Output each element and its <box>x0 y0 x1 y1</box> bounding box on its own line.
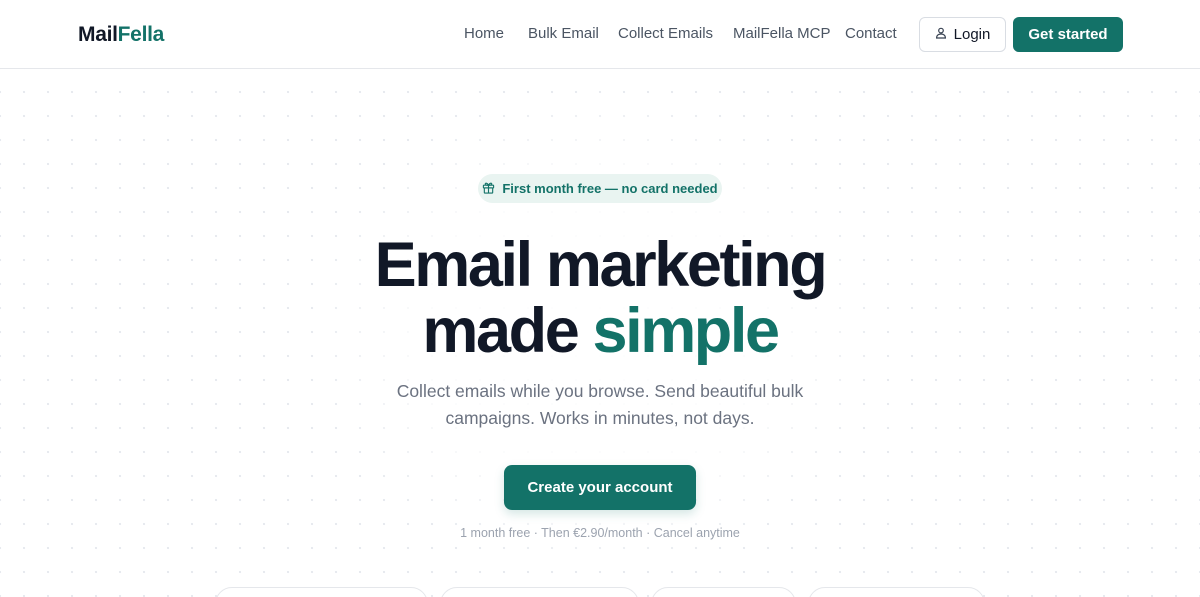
nav-item-collect-emails[interactable]: Collect Emails <box>618 24 713 44</box>
pricing-fine-print: 1 month free · Then €2.90/month · Cancel… <box>460 526 740 540</box>
gift-icon <box>482 181 495 197</box>
hero-title-plain: made <box>422 296 593 366</box>
user-icon <box>935 26 947 43</box>
get-started-button[interactable]: Get started <box>1013 17 1123 52</box>
promo-badge: First month free — no card needed <box>478 174 722 203</box>
hero-subtitle-line1: Collect emails while you browse. Send be… <box>396 381 804 401</box>
hero-title-line1: Email marketing <box>374 230 828 300</box>
nav-item-mailfella-mcp[interactable]: MailFella MCP <box>733 24 831 44</box>
brand-name-part1: Mail <box>78 23 118 46</box>
feature-pill <box>651 587 796 597</box>
promo-badge-text: First month free — no card needed <box>502 181 718 196</box>
brand-name-part2: Fella <box>117 23 165 46</box>
hero-title-accent: simple <box>592 296 780 366</box>
brand-logo[interactable]: MailFella <box>78 22 164 48</box>
landing-page: MailFella Home Bulk Email Collect Emails… <box>0 0 1200 597</box>
hero-title-line2: made simple <box>0 298 1200 364</box>
login-label: Login <box>953 26 991 43</box>
hero-subtitle-line2: campaigns. Works in minutes, not days. <box>445 408 755 428</box>
feature-pill <box>215 587 428 597</box>
nav-item-bulk-email[interactable]: Bulk Email <box>528 24 599 44</box>
site-header: MailFella Home Bulk Email Collect Emails… <box>0 0 1200 69</box>
login-button[interactable]: Login <box>919 17 1006 52</box>
nav-item-contact[interactable]: Contact <box>845 24 897 44</box>
feature-pill <box>808 587 985 597</box>
create-account-button[interactable]: Create your account <box>504 465 696 510</box>
nav-item-home[interactable]: Home <box>464 24 504 44</box>
feature-pill <box>440 587 639 597</box>
